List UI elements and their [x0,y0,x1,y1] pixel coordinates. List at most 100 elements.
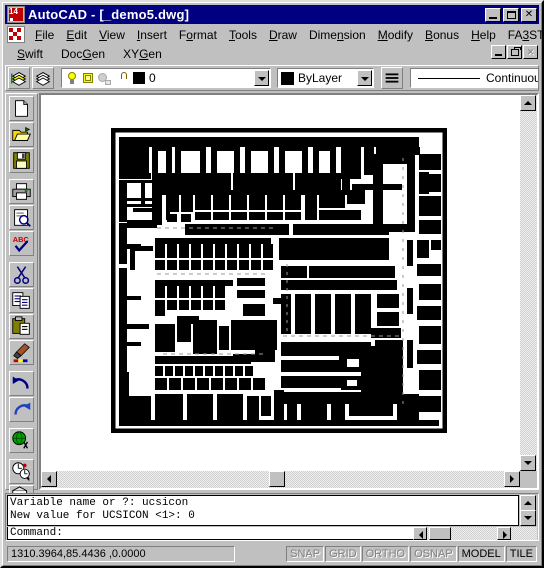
object-properties-toolbar: 0 ByLayer Continuous [5,65,539,91]
menu-item-help[interactable]: Help [465,26,502,44]
main-menu-bar: File Edit View Insert Format Tools Draw … [5,25,544,44]
globe-hyperlink-icon [12,431,29,449]
spell-check-button[interactable]: ABC [9,231,34,256]
window-title: AutoCAD - [_demo5.dwg] [28,7,190,22]
linetype-value: Continuous [486,71,538,85]
menu-item-insert[interactable]: Insert [131,26,173,44]
viewport-freeze-icon[interactable] [98,72,111,85]
drawing-horizontal-scrollbar[interactable] [41,471,520,488]
command-hscroll-thumb[interactable] [429,527,451,540]
print-button[interactable] [9,179,34,204]
scroll-down-button[interactable] [520,455,536,471]
command-history[interactable]: Variable name or ?: ucsicon New value fo… [7,495,519,526]
scroll-up-button[interactable] [520,95,536,111]
linetype-control-combo[interactable]: Continuous [410,68,538,88]
paintbrush-icon [13,343,30,363]
layers-button[interactable] [8,67,30,89]
mdi-minimize-button[interactable] [491,45,506,59]
command-scroll-down-button[interactable] [520,510,536,526]
menu-item-tools[interactable]: Tools [223,26,263,44]
status-toggle-model[interactable]: MODEL [457,545,505,562]
scroll-left-button[interactable] [41,471,57,487]
paste-clipboard-icon [12,316,30,335]
open-folder-icon [12,127,31,141]
continuous-line-sample [418,77,480,79]
menu-item-fa3st[interactable]: FA3ST [502,26,544,44]
lightbulb-on-icon[interactable] [66,71,78,85]
print-preview-button[interactable] [9,205,34,230]
mdi-restore-button[interactable] [507,45,522,59]
menu-item-dimension[interactable]: Dimension [303,26,372,44]
color-swatch [281,71,294,85]
new-file-button[interactable] [9,96,34,121]
secondary-menu-bar: Swift DocGen XYGen ✕ [5,45,539,63]
copy-clipboard-icon [12,292,30,309]
named-views-icon [12,462,30,482]
menu-item-swift[interactable]: Swift [11,45,49,63]
drawing-window[interactable] [39,93,539,490]
menu-item-modify[interactable]: Modify [372,26,419,44]
command-scroll-right-button[interactable] [497,527,511,540]
menu-item-view[interactable]: View [93,26,131,44]
insert-hyperlink-button[interactable] [9,428,34,453]
layers-icon [11,72,27,86]
save-file-button[interactable] [9,148,34,173]
layer-color-swatch [133,72,145,84]
sun-thaw-icon[interactable] [82,72,94,85]
vertical-scroll-track[interactable] [520,95,537,471]
open-file-button[interactable] [9,122,34,147]
cut-button[interactable] [9,262,34,287]
horizontal-scroll-thumb[interactable] [269,471,285,487]
layer-name-value: 0 [149,71,156,85]
scroll-right-button[interactable] [504,471,520,487]
undo-button[interactable] [9,371,34,396]
paste-button[interactable] [9,314,34,339]
menu-item-file[interactable]: File [29,26,60,44]
standard-toolbar: ABC [5,93,38,536]
autocad-icon: 14 [7,6,25,23]
status-toggle-grid[interactable]: GRID [325,545,361,562]
drawing-canvas[interactable] [41,95,520,471]
padlock-unlocked-icon[interactable] [116,71,128,85]
layer-control-combo[interactable]: 0 [61,68,271,88]
coordinate-display[interactable]: 1310.3964,85.4436 ,0.0000 [7,545,235,562]
abc-check-icon: ABC [13,235,29,253]
copy-button[interactable] [9,288,34,313]
named-views-button[interactable] [9,459,34,484]
layer-dropdown-arrow[interactable] [254,70,269,86]
menu-item-draw[interactable]: Draw [263,26,303,44]
printer-icon [12,183,31,200]
menu-item-format[interactable]: Format [173,26,223,44]
status-toggle-tile[interactable]: TILE [505,545,537,562]
command-scroll-up-button[interactable] [520,495,536,511]
command-horizontal-scrollbar[interactable] [413,527,537,540]
document-control-icon[interactable] [7,26,25,43]
drawing-vertical-scrollbar[interactable] [520,95,537,471]
command-scroll-left-button[interactable] [413,527,427,540]
minimize-button[interactable] [485,7,501,22]
maximize-button[interactable] [503,7,519,22]
color-dropdown-arrow[interactable] [357,70,372,86]
autocad-application-window: 14 AutoCAD - [_demo5.dwg] ✕ File Edit Vi… [0,0,544,568]
color-control-combo[interactable]: ByLayer [277,68,374,88]
status-toggle-snap[interactable]: SNAP [286,545,325,562]
redo-arrow-icon [14,402,31,415]
command-history-line-1: Variable name or ?: ucsicon [10,497,189,509]
command-prompt-text: Command: [10,527,63,539]
undo-arrow-icon [12,376,29,389]
close-button[interactable]: ✕ [521,7,537,22]
status-toggle-ortho[interactable]: ORTHO [361,545,410,562]
match-properties-button[interactable] [9,340,34,365]
workspace: ABC [5,93,539,536]
menu-item-bonus[interactable]: Bonus [419,26,465,44]
linetype-button[interactable] [381,67,403,89]
make-object-layer-current-button[interactable] [32,67,54,89]
command-vertical-scrollbar[interactable] [520,495,537,526]
menu-item-edit[interactable]: Edit [60,26,93,44]
menu-item-xygen[interactable]: XYGen [117,45,168,63]
new-document-icon [15,100,28,117]
mdi-close-button: ✕ [523,45,538,59]
menu-item-docgen[interactable]: DocGen [55,45,111,63]
status-toggle-osnap[interactable]: OSNAP [410,545,457,562]
redo-button[interactable] [9,397,34,422]
